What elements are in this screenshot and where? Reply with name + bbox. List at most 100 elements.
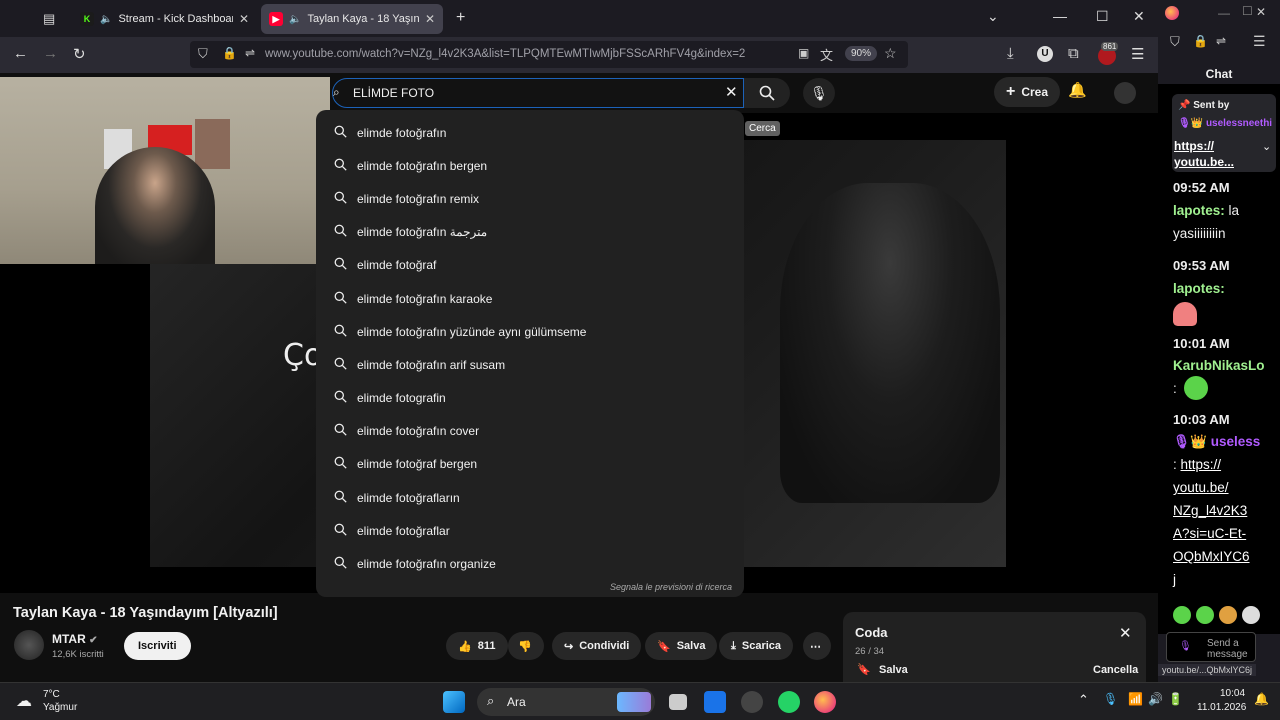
picture-in-picture-icon[interactable]: ▣ <box>798 46 809 60</box>
permissions-icon[interactable]: ⇌ <box>245 46 255 60</box>
search-box[interactable]: ⌕ ✕ <box>332 78 744 108</box>
suggestion-item[interactable]: elimde fotografin <box>316 382 744 415</box>
notification-icon[interactable]: 🔔 <box>1254 692 1269 706</box>
chat-link-line[interactable]: https:// <box>1181 457 1222 472</box>
create-button[interactable]: + Crea <box>994 77 1061 107</box>
search-input[interactable] <box>353 86 713 100</box>
reload-button[interactable]: ↻ <box>73 45 86 63</box>
tab-youtube-video[interactable]: ▶ 🔈 Taylan Kaya - 18 Yaşındayım ✕ <box>261 4 443 34</box>
chat-username[interactable]: lapotes: <box>1173 281 1225 296</box>
notifications-bell-icon[interactable]: 🔔 <box>1068 81 1087 99</box>
mail-icon[interactable] <box>704 691 726 713</box>
account-icon[interactable]: U <box>1037 46 1053 62</box>
bookmark-star-icon[interactable]: ☆ <box>884 45 897 62</box>
queue-clear-button[interactable]: Cancella <box>1093 664 1138 676</box>
battery-icon[interactable]: 🔋 <box>1168 692 1183 706</box>
chat-send-box[interactable]: 🎙 Send a message <box>1166 632 1256 662</box>
extensions-icon[interactable]: ⧉ <box>1068 45 1079 62</box>
channel-name[interactable]: MTAR ✔ <box>52 632 98 646</box>
download-icon[interactable]: ⤓ <box>1007 45 1014 62</box>
chat-username[interactable]: lapotes: <box>1173 203 1225 218</box>
speaker-icon[interactable]: 🔈 <box>100 14 112 25</box>
task-view-icon[interactable] <box>669 694 687 710</box>
report-predictions-link[interactable]: Segnala le previsioni di ricerca <box>610 582 732 592</box>
suggestion-item[interactable]: elimde fotoğrafın <box>316 116 744 149</box>
minimize-button[interactable]: — <box>1218 6 1230 20</box>
chat-username-text[interactable]: useless <box>1211 434 1261 449</box>
minimize-button[interactable]: — <box>1053 8 1067 24</box>
chat-link-line[interactable]: NZg_l4v2K3 <box>1173 503 1247 518</box>
permissions-icon[interactable]: ⇌ <box>1216 34 1226 48</box>
more-actions-button[interactable]: ⋯ <box>803 632 831 660</box>
chat-link-line[interactable]: youtu.be/ <box>1173 480 1229 495</box>
pinned-message[interactable]: 📌 Sent by 🎙👑 uselessneethi https://youtu… <box>1172 94 1276 172</box>
close-window-button[interactable]: ✕ <box>1256 5 1266 19</box>
new-tab-button[interactable]: + <box>456 9 465 27</box>
lock-icon[interactable]: 🔒 <box>222 46 237 60</box>
tab-overflow-chevron-icon[interactable]: ⌄ <box>987 8 999 25</box>
lock-icon[interactable]: 🔒 <box>1193 34 1208 48</box>
speaker-icon[interactable]: 🔈 <box>289 14 301 25</box>
url-text[interactable]: www.youtube.com/watch?v=NZg_l4v2K3A&list… <box>265 48 745 60</box>
queue-save-bookmark-icon[interactable]: 🔖 <box>857 663 871 676</box>
zoom-level[interactable]: 90% <box>845 46 878 61</box>
pinned-link[interactable]: https://youtu.be... <box>1174 138 1234 170</box>
clock-time[interactable]: 10:04 <box>1220 688 1245 699</box>
channel-avatar[interactable] <box>14 630 44 660</box>
dislike-button[interactable]: 👎 <box>508 632 544 660</box>
shield-icon[interactable]: ⛉ <box>1170 34 1180 50</box>
maximize-button[interactable]: ☐ <box>1242 4 1253 18</box>
chat-link-line[interactable]: A?si=uC-Et- <box>1173 526 1246 541</box>
chat-username[interactable]: 🎙👑 useless <box>1173 434 1260 450</box>
chat-link-line[interactable]: j <box>1173 572 1176 587</box>
subscribe-button[interactable]: Iscriviti <box>124 632 191 660</box>
suggestion-item[interactable]: elimde fotoğraf bergen <box>316 448 744 481</box>
translate-icon[interactable]: 文 <box>820 45 833 64</box>
chat-link-line[interactable]: OQbMxIYC6 <box>1173 549 1250 564</box>
menu-icon[interactable]: ☰ <box>1253 33 1266 50</box>
suggestion-item[interactable]: elimde fotoğrafın remix <box>316 182 744 215</box>
tab-list-icon[interactable]: ▤ <box>43 11 55 27</box>
maximize-button[interactable]: ☐ <box>1096 8 1109 25</box>
suggestion-item[interactable]: elimde fotoğrafın karaoke <box>316 282 744 315</box>
volume-icon[interactable]: 🔊 <box>1148 692 1163 706</box>
user-avatar[interactable] <box>1114 82 1136 104</box>
tray-chevron-icon[interactable]: ⌃ <box>1078 692 1089 708</box>
close-tab-icon[interactable]: ✕ <box>425 12 435 26</box>
whatsapp-icon[interactable] <box>778 691 800 713</box>
queue-save-button[interactable]: Salva <box>879 664 908 676</box>
microphone-tray-icon[interactable]: 🎙 <box>1103 692 1118 706</box>
chevron-down-icon[interactable]: ⌄ <box>1262 140 1271 153</box>
close-queue-icon[interactable]: ✕ <box>1119 624 1132 642</box>
clear-search-icon[interactable]: ✕ <box>725 83 738 101</box>
close-window-button[interactable]: ✕ <box>1133 8 1145 25</box>
microphone-icon[interactable]: 🎙 <box>1179 641 1192 652</box>
suggestion-item[interactable]: elimde fotoğrafın مترجمة <box>316 216 744 249</box>
search-button[interactable] <box>744 78 790 108</box>
suggestion-item[interactable]: elimde fotoğrafın cover <box>316 415 744 448</box>
suggestion-item[interactable]: elimde fotoğraf <box>316 249 744 282</box>
channel-name-text[interactable]: MTAR <box>52 632 86 646</box>
suggestion-item[interactable]: elimde fotoğraflar <box>316 514 744 547</box>
suggestion-item[interactable]: elimde fotoğrafın bergen <box>316 149 744 182</box>
back-button[interactable]: ← <box>13 45 28 62</box>
firefox-icon[interactable] <box>814 691 836 713</box>
save-button[interactable]: 🔖 Salva <box>645 632 718 660</box>
tab-kick-dashboard[interactable]: K 🔈 Stream - Kick Dashboard ✕ <box>72 4 257 34</box>
shield-icon[interactable]: ⛉ <box>198 46 208 62</box>
voice-search-button[interactable]: 🎙 <box>803 78 835 108</box>
suggestion-item[interactable]: elimde fotoğrafların <box>316 481 744 514</box>
url-bar[interactable]: ⛉ 🔒 ⇌ www.youtube.com/watch?v=NZg_l4v2K3… <box>190 41 908 68</box>
share-button[interactable]: ↪ Condividi <box>552 632 642 660</box>
menu-icon[interactable]: ☰ <box>1131 45 1144 63</box>
like-button[interactable]: 👍 811 <box>446 632 508 660</box>
suggestion-item[interactable]: elimde fotoğrafın yüzünde aynı gülümseme <box>316 315 744 348</box>
clock-date[interactable]: 11.01.2026 <box>1197 702 1246 713</box>
chatgpt-icon[interactable] <box>741 691 763 713</box>
close-tab-icon[interactable]: ✕ <box>239 12 249 26</box>
chat-username[interactable]: KarubNikasLo <box>1173 358 1265 373</box>
suggestion-item[interactable]: elimde fotoğrafın arif susam <box>316 348 744 381</box>
wifi-icon[interactable]: 📶 <box>1128 692 1143 706</box>
download-button[interactable]: ⤓ Scarica <box>719 632 794 660</box>
taskbar-search[interactable]: ⌕ Ara <box>477 688 655 716</box>
